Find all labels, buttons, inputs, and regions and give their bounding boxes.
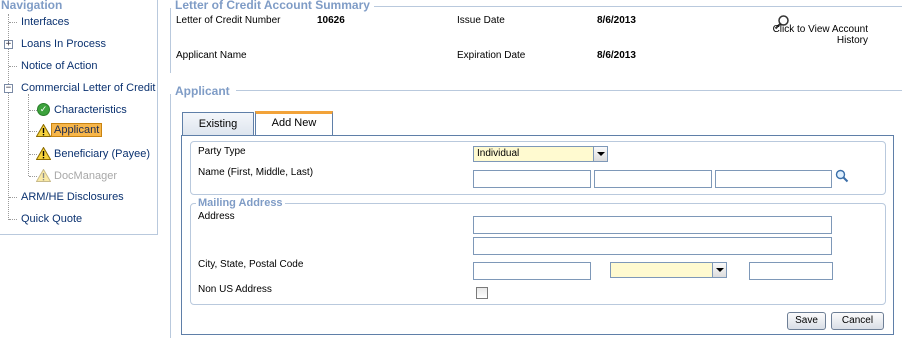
warning-icon: [36, 124, 51, 137]
postal-code-input[interactable]: [749, 262, 833, 280]
save-button[interactable]: Save: [787, 312, 826, 330]
summary-title: Letter of Credit Account Summary: [175, 0, 370, 12]
name-label: Name (First, Middle, Last): [198, 167, 314, 178]
chevron-down-icon[interactable]: [593, 147, 607, 161]
applicant-top-border: [236, 90, 902, 91]
view-account-history-link[interactable]: Click to View Account History: [773, 24, 868, 46]
history-link-line2: History: [836, 35, 868, 46]
non-us-address-checkbox[interactable]: [476, 287, 488, 299]
tree-branch: [29, 110, 37, 111]
summary-left-border: [170, 8, 171, 73]
applicant-title: Applicant: [175, 84, 230, 98]
address-label: Address: [198, 211, 235, 222]
state-select[interactable]: [610, 262, 727, 278]
tab-existing[interactable]: Existing: [182, 112, 254, 136]
nav-item-arm-he-disclosures[interactable]: ARM/HE Disclosures: [21, 191, 124, 203]
loc-number-value: 10626: [317, 15, 345, 26]
applicant-name-label: Applicant Name: [176, 50, 247, 61]
city-state-zip-label: City, State, Postal Code: [198, 259, 304, 270]
tree-branch: [9, 66, 17, 67]
nav-item-docmanager: DocManager: [54, 170, 117, 182]
mailing-address-title: Mailing Address: [196, 197, 285, 209]
address-line1-input[interactable]: [473, 216, 832, 234]
history-link-line1: Click to View Account: [772, 24, 868, 35]
party-type-label: Party Type: [198, 146, 246, 157]
collapse-minus-icon[interactable]: −: [4, 84, 13, 93]
nav-item-interfaces[interactable]: Interfaces: [21, 16, 69, 28]
navigation-title: Navigation: [1, 0, 63, 12]
summary-top-border: [374, 6, 902, 7]
nav-item-beneficiary[interactable]: Beneficiary (Payee): [54, 148, 150, 160]
issue-date-value: 8/6/2013: [597, 15, 636, 26]
nav-item-commercial-letter-of-credit[interactable]: Commercial Letter of Credit: [21, 82, 156, 94]
nav-item-characteristics[interactable]: Characteristics: [54, 104, 127, 116]
nav-item-notice-of-action[interactable]: Notice of Action: [21, 60, 97, 72]
address-line2-input[interactable]: [473, 237, 832, 255]
nav-item-quick-quote[interactable]: Quick Quote: [21, 213, 82, 225]
navigation-panel: Navigation Interfaces + Loans In Process…: [0, 0, 158, 235]
expiration-date-label: Expiration Date: [457, 50, 526, 61]
non-us-address-label: Non US Address: [198, 284, 272, 295]
nav-item-applicant[interactable]: Applicant: [51, 123, 103, 137]
last-name-input[interactable]: [715, 170, 832, 188]
cancel-button[interactable]: Cancel: [831, 312, 884, 330]
loc-number-label: Letter of Credit Number: [176, 15, 281, 26]
search-icon[interactable]: [835, 169, 849, 183]
city-input[interactable]: [473, 262, 591, 280]
first-name-input[interactable]: [473, 170, 591, 188]
tree-branch: [9, 197, 17, 198]
check-complete-icon: ✓: [37, 103, 50, 116]
middle-name-input[interactable]: [594, 170, 712, 188]
party-type-select[interactable]: Individual: [473, 146, 608, 162]
applicant-left-border: [170, 94, 171, 338]
party-type-value: Individual: [477, 148, 520, 159]
nav-item-loans-in-process[interactable]: Loans In Process: [21, 38, 106, 50]
tab-add-new[interactable]: Add New: [255, 111, 333, 136]
warning-icon: [36, 169, 51, 182]
tree-branch: [9, 22, 17, 23]
tree-sub-trunk-line: [28, 94, 29, 176]
warning-icon: [36, 147, 51, 160]
tree-branch: [9, 219, 17, 220]
expiration-date-value: 8/6/2013: [597, 50, 636, 61]
expand-plus-icon[interactable]: +: [4, 40, 13, 49]
issue-date-label: Issue Date: [457, 15, 505, 26]
chevron-down-icon[interactable]: [712, 263, 726, 277]
